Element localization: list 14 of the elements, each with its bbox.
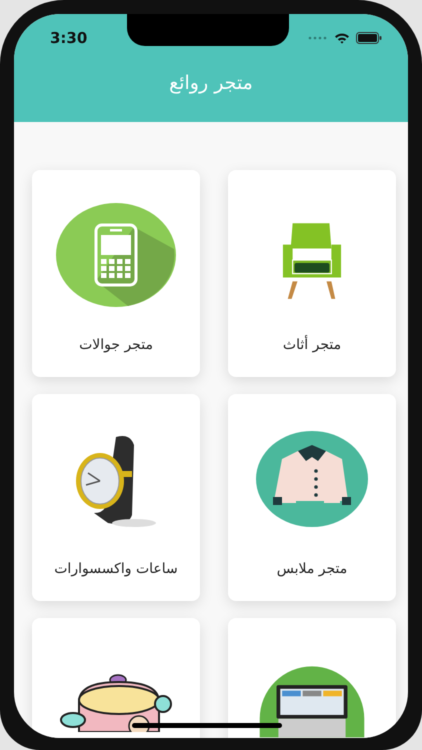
store-card[interactable]: متجر جوالات (32, 170, 200, 377)
store-card[interactable]: ساعات واكسسوارات (32, 394, 200, 601)
mobile-phone-icon (56, 203, 176, 307)
signal-icon (308, 36, 328, 40)
store-card[interactable]: متجر أثاث (228, 170, 396, 377)
wifi-icon (334, 32, 350, 44)
store-label: متجر أثاث (282, 337, 342, 353)
store-label: متجر جوالات (79, 337, 153, 353)
app-title: متجر روائع (168, 72, 254, 94)
battery-icon (356, 32, 382, 44)
store-label: ساعات واكسسوارات (54, 561, 178, 577)
store-label: متجر ملابس (276, 561, 348, 577)
status-time: 3:30 (50, 29, 88, 47)
store-card[interactable]: متجر ملابس (228, 394, 396, 601)
